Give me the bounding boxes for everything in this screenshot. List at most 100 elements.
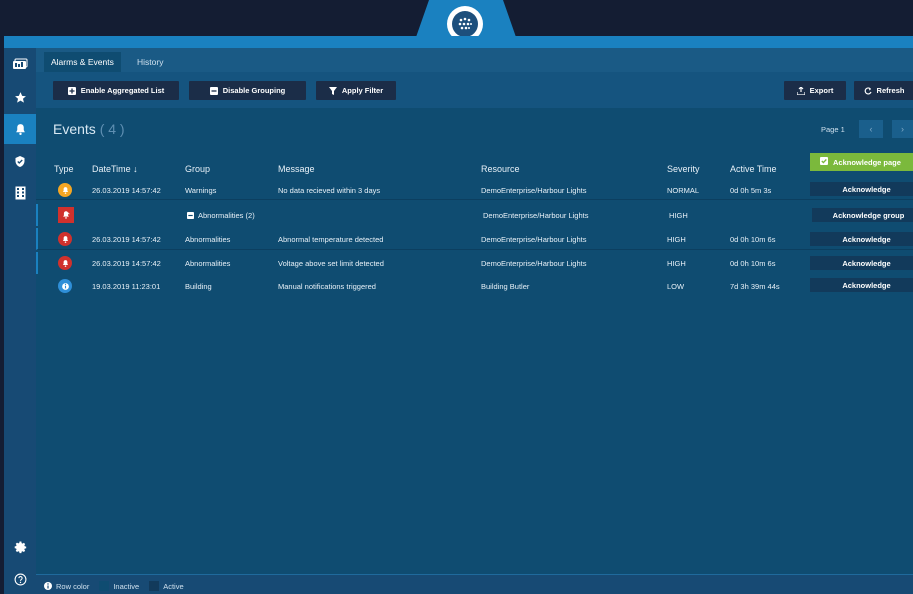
cell-resource: DemoEnterprise/Harbour Lights [483,211,589,220]
column-datetime[interactable]: DateTime ↓ [92,164,138,174]
cell-group: Abnormalities [185,259,231,268]
info-icon [58,279,72,293]
column-active-time[interactable]: Active Time [730,164,777,174]
enable-aggregated-list-button[interactable]: Enable Aggregated List [53,81,179,100]
cell-severity: HIGH [667,259,686,268]
building-icon [15,186,25,200]
page-prev-button[interactable]: ‹ [859,120,883,138]
refresh-icon [864,86,872,95]
warning-bell-icon [58,183,72,197]
sidebar-item-help[interactable] [4,564,36,594]
cell-group: Warnings [185,186,217,195]
acknowledge-button[interactable]: Acknowledge [810,182,913,196]
cell-datetime: 19.03.2019 11:23:01 [92,282,161,291]
sidebar-item-security[interactable] [4,146,36,176]
inactive-swatch [99,581,110,591]
sidebar-item-settings[interactable] [4,532,36,562]
cell-message: Manual notifications triggered [278,282,376,291]
sidebar-item-alarms[interactable] [4,114,36,144]
export-label: Export [809,86,834,95]
tab-history[interactable]: History [130,52,170,72]
refresh-button[interactable]: Refresh [854,81,913,100]
alarm-bell-icon [58,256,72,270]
help-icon [14,573,26,585]
disable-grouping-button[interactable]: Disable Grouping [189,81,306,100]
footer-legend: Row color Inactive Active [36,574,913,594]
active-label: Active [163,581,184,591]
disable-grouping-label: Disable Grouping [222,86,286,95]
main-panel: Alarms & Events History Enable Aggregate… [36,48,913,594]
table-group-row[interactable]: Abnormalities (2) DemoEnterprise/Harbour… [36,204,913,226]
cell-resource: DemoEnterprise/Harbour Lights [481,235,587,244]
column-severity[interactable]: Severity [667,164,700,174]
cell-datetime: 26.03.2019 14:57:42 [92,235,161,244]
page-next-button[interactable]: › [892,120,913,138]
apply-filter-label: Apply Filter [341,86,384,95]
bell-icon [15,123,25,135]
cell-active-time: 7d 3h 39m 44s [730,282,780,291]
sidebar-item-dashboard[interactable] [4,50,36,80]
active-swatch [149,581,160,591]
apply-filter-button[interactable]: Apply Filter [316,81,396,100]
cell-active-time: 0d 0h 5m 3s [730,186,772,195]
tab-bar: Alarms & Events History [36,48,913,72]
table-row[interactable]: 26.03.2019 14:57:42 Abnormalities Abnorm… [36,228,913,250]
cell-severity: LOW [667,282,685,291]
toolbar: Enable Aggregated List Disable Grouping … [36,72,913,108]
cell-resource: Building Butler [481,282,530,291]
table-header: Type DateTime ↓ Group Message Resource S… [36,160,913,178]
acknowledge-button[interactable]: Acknowledge [810,232,913,246]
cell-active-time: 0d 0h 10m 6s [730,259,776,268]
column-group[interactable]: Group [185,164,210,174]
table-row[interactable]: 26.03.2019 14:57:42 Abnormalities Voltag… [36,252,913,274]
sidebar [4,48,36,594]
export-button[interactable]: Export [784,81,846,100]
shield-icon [15,155,25,167]
cell-datetime: 26.03.2019 14:57:42 [92,186,161,195]
sidebar-item-favorites[interactable] [4,82,36,112]
cell-group: Abnormalities [185,235,231,244]
cell-severity: HIGH [667,235,686,244]
acknowledge-button[interactable]: Acknowledge [810,278,913,292]
table-row[interactable]: 26.03.2019 14:57:42 Warnings No data rec… [36,180,913,200]
cell-group: Building [185,282,212,291]
enable-aggregated-label: Enable Aggregated List [80,86,165,95]
inactive-label: Inactive [113,581,140,591]
cell-group: Abnormalities (2) [198,211,255,220]
alarm-bell-icon [58,232,72,246]
export-icon [796,86,805,95]
chevron-right-icon: › [901,124,904,134]
cell-datetime: 26.03.2019 14:57:42 [92,259,161,268]
table-row[interactable]: 19.03.2019 11:23:01 Building Manual noti… [36,276,913,296]
column-type[interactable]: Type [54,164,74,174]
page-label: Page 1 [821,125,845,134]
row-color-label: Row color [56,581,90,591]
column-resource[interactable]: Resource [481,164,520,174]
settings-icon [14,541,26,553]
info-circle-icon [44,582,52,590]
column-message[interactable]: Message [278,164,315,174]
cell-severity: NORMAL [667,186,700,195]
plus-square-icon [67,86,76,95]
cell-severity: HIGH [669,211,688,220]
refresh-label: Refresh [876,86,905,95]
events-title-text: Events [53,121,96,137]
sidebar-item-buildings[interactable] [4,178,36,208]
group-toggle[interactable]: Abnormalities (2) [187,211,255,220]
acknowledge-group-button[interactable]: Acknowledge group [812,208,913,222]
acknowledge-button[interactable]: Acknowledge [810,256,913,270]
dashboard-icon [13,58,28,69]
cell-message: Voltage above set limit detected [278,259,384,268]
star-icon [14,91,26,103]
minus-square-icon [209,86,218,95]
group-alarm-icon [58,207,74,223]
header-bar [4,36,913,48]
row-color-legend: Row color Inactive Active [44,581,184,591]
logo-mark-icon [452,11,478,37]
collapse-icon [187,212,194,219]
tab-alarms-events[interactable]: Alarms & Events [44,52,121,72]
filter-icon [328,86,337,95]
cell-message: Abnormal temperature detected [278,235,384,244]
cell-resource: DemoEnterprise/Harbour Lights [481,186,587,195]
chevron-left-icon: ‹ [869,124,873,134]
